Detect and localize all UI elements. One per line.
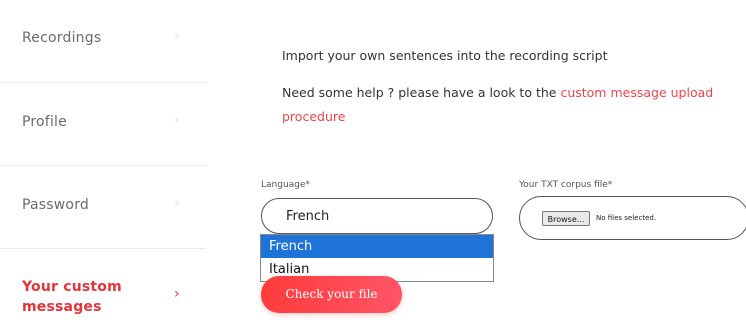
language-label: Language* bbox=[261, 180, 310, 190]
sidebar: Recordings › Profile › Password › Your c… bbox=[0, 0, 206, 323]
sidebar-item-label-line1: Your custom bbox=[22, 279, 122, 295]
language-select[interactable]: French bbox=[261, 198, 493, 234]
sidebar-item-label-line2: messages bbox=[22, 299, 102, 315]
sidebar-item-profile[interactable]: Profile › bbox=[0, 83, 206, 166]
sidebar-item-label: Recordings bbox=[22, 30, 102, 46]
chevron-right-icon: › bbox=[174, 286, 180, 302]
chevron-right-icon: › bbox=[174, 195, 180, 211]
language-select-value: French bbox=[286, 209, 330, 224]
chevron-right-icon: › bbox=[174, 112, 180, 128]
sidebar-item-recordings[interactable]: Recordings › bbox=[0, 0, 206, 83]
corpus-file-input[interactable]: Browse... No files selected. bbox=[519, 196, 746, 240]
intro-text: Import your own sentences into the recor… bbox=[282, 48, 608, 63]
language-dropdown: French Italian bbox=[260, 234, 494, 282]
help-text-prefix: Need some help ? please have a look to t… bbox=[282, 85, 561, 100]
sidebar-item-password[interactable]: Password › bbox=[0, 166, 206, 249]
file-status-text: No files selected. bbox=[596, 214, 657, 222]
sidebar-item-label: Password bbox=[22, 197, 89, 213]
corpus-file-label: Your TXT corpus file* bbox=[519, 180, 613, 190]
help-text: Need some help ? please have a look to t… bbox=[282, 81, 722, 129]
browse-button[interactable]: Browse... bbox=[542, 211, 590, 226]
sidebar-item-custom-messages[interactable]: Your custom messages › bbox=[0, 249, 206, 332]
check-file-button[interactable]: Check your file bbox=[261, 276, 402, 313]
chevron-right-icon: › bbox=[174, 28, 180, 44]
sidebar-item-label: Profile bbox=[22, 114, 67, 130]
language-option-french[interactable]: French bbox=[261, 235, 493, 258]
